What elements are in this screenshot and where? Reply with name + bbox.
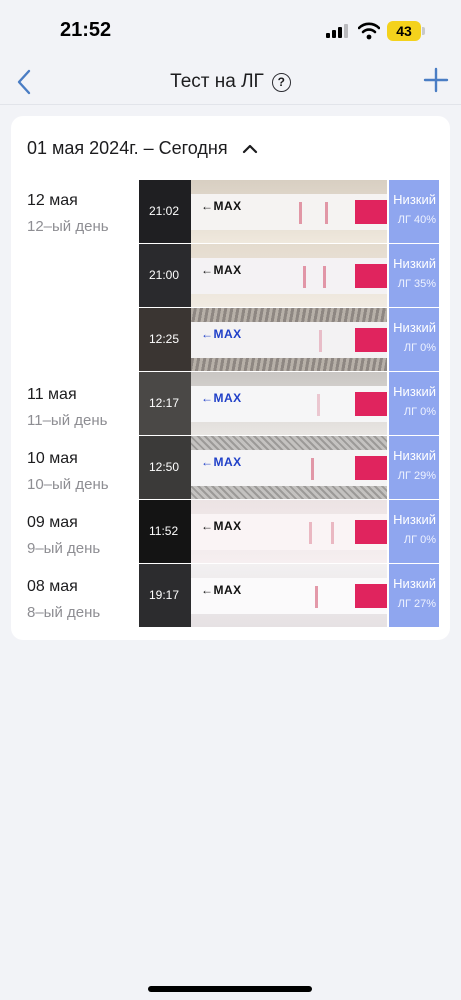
max-marker: ←MAX — [201, 199, 242, 213]
day-label: 09 мая 9–ый день — [27, 514, 100, 557]
day-date: 10 мая — [27, 450, 78, 467]
test-strip-photo: ←MAX 12:25 — [139, 308, 387, 371]
test-strip-photo: ←MAX 11:52 — [139, 500, 387, 563]
status-time: 21:52 — [60, 19, 112, 41]
day-number: 8–ый день — [27, 604, 101, 621]
day-label: 12 мая 12–ый день — [27, 192, 109, 235]
cellular-signal-icon — [326, 24, 348, 38]
result-panel: Низкий ЛГ 0% — [389, 308, 439, 371]
status-bar: 21:52 43 — [0, 0, 461, 62]
max-marker: ←MAX — [201, 455, 242, 469]
result-panel: Низкий ЛГ 35% — [389, 244, 439, 307]
result-status: Низкий — [393, 192, 436, 207]
test-result-row[interactable]: ←MAX 12:17 Низкий ЛГ 0% — [139, 372, 439, 435]
test-result-row[interactable]: ←MAX 21:02 Низкий ЛГ 40% — [139, 180, 439, 243]
result-panel: Низкий ЛГ 40% — [389, 180, 439, 243]
page-title: Тест на ЛГ ? — [0, 71, 461, 93]
test-result-row[interactable]: ←MAX 11:52 Низкий ЛГ 0% — [139, 500, 439, 563]
battery-indicator: 43 — [387, 21, 421, 41]
result-panel: Низкий ЛГ 27% — [389, 564, 439, 627]
navigation-bar: Тест на ЛГ ? — [0, 62, 461, 104]
result-status: Низкий — [393, 320, 436, 335]
date-range-label: 01 мая 2024г. – Сегодня — [27, 138, 228, 158]
result-panel: Низкий ЛГ 29% — [389, 436, 439, 499]
day-date: 12 мая — [27, 192, 78, 209]
test-time: 12:17 — [149, 396, 180, 410]
test-strip-photo: ←MAX 19:17 — [139, 564, 387, 627]
result-status: Низкий — [393, 256, 436, 271]
test-result-row[interactable]: ←MAX 12:25 Низкий ЛГ 0% — [139, 308, 439, 371]
lh-level: ЛГ 0% — [403, 406, 436, 418]
help-icon[interactable]: ? — [271, 72, 291, 92]
add-test-button[interactable] — [423, 67, 449, 93]
day-date: 09 мая — [27, 514, 78, 531]
day-number: 10–ый день — [27, 476, 109, 493]
battery-tip — [422, 27, 425, 35]
day-number: 9–ый день — [27, 540, 101, 557]
page-title-text: Тест на ЛГ — [170, 71, 264, 92]
tests-card: 01 мая 2024г. – Сегодня 12 мая 12–ый ден… — [11, 116, 450, 640]
day-label: 08 мая 8–ый день — [27, 578, 100, 621]
day-label: 10 мая 10–ый день — [27, 450, 109, 493]
lh-level: ЛГ 27% — [397, 598, 436, 610]
test-time: 12:50 — [149, 460, 180, 474]
wifi-icon — [358, 22, 380, 40]
test-time: 21:00 — [149, 268, 180, 282]
max-marker: ←MAX — [201, 583, 242, 597]
test-time: 12:25 — [149, 332, 180, 346]
day-label: 11 мая 11–ый день — [27, 386, 107, 429]
lh-level: ЛГ 29% — [397, 470, 436, 482]
test-time: 21:02 — [149, 204, 180, 218]
test-result-row[interactable]: ←MAX 21:00 Низкий ЛГ 35% — [139, 244, 439, 307]
result-status: Низкий — [393, 384, 436, 399]
chevron-up-icon — [242, 144, 257, 153]
test-strip-photo: ←MAX 12:50 — [139, 436, 387, 499]
result-panel: Низкий ЛГ 0% — [389, 500, 439, 563]
max-marker: ←MAX — [201, 519, 242, 533]
result-status: Низкий — [393, 448, 436, 463]
lh-level: ЛГ 40% — [397, 214, 436, 226]
date-range-selector[interactable]: 01 мая 2024г. – Сегодня — [27, 138, 258, 159]
test-result-row[interactable]: ←MAX 12:50 Низкий ЛГ 29% — [139, 436, 439, 499]
test-strip-photo: ←MAX 21:00 — [139, 244, 387, 307]
result-status: Низкий — [393, 512, 436, 527]
day-number: 11–ый день — [27, 412, 108, 429]
result-panel: Низкий ЛГ 0% — [389, 372, 439, 435]
test-result-row[interactable]: ←MAX 19:17 Низкий ЛГ 27% — [139, 564, 439, 627]
nav-divider — [0, 104, 461, 105]
day-number: 12–ый день — [27, 218, 109, 235]
day-date: 08 мая — [27, 578, 78, 595]
max-marker: ←MAX — [201, 391, 242, 405]
test-strip-photo: ←MAX 21:02 — [139, 180, 387, 243]
lh-level: ЛГ 0% — [403, 342, 436, 354]
test-time: 11:52 — [149, 524, 179, 538]
max-marker: ←MAX — [201, 327, 242, 341]
test-time: 19:17 — [149, 588, 180, 602]
max-marker: ←MAX — [201, 263, 242, 277]
lh-level: ЛГ 35% — [397, 278, 436, 290]
result-status: Низкий — [393, 576, 436, 591]
lh-level: ЛГ 0% — [403, 534, 436, 546]
day-date: 11 мая — [27, 386, 77, 403]
home-indicator — [148, 986, 312, 992]
test-strip-photo: ←MAX 12:17 — [139, 372, 387, 435]
